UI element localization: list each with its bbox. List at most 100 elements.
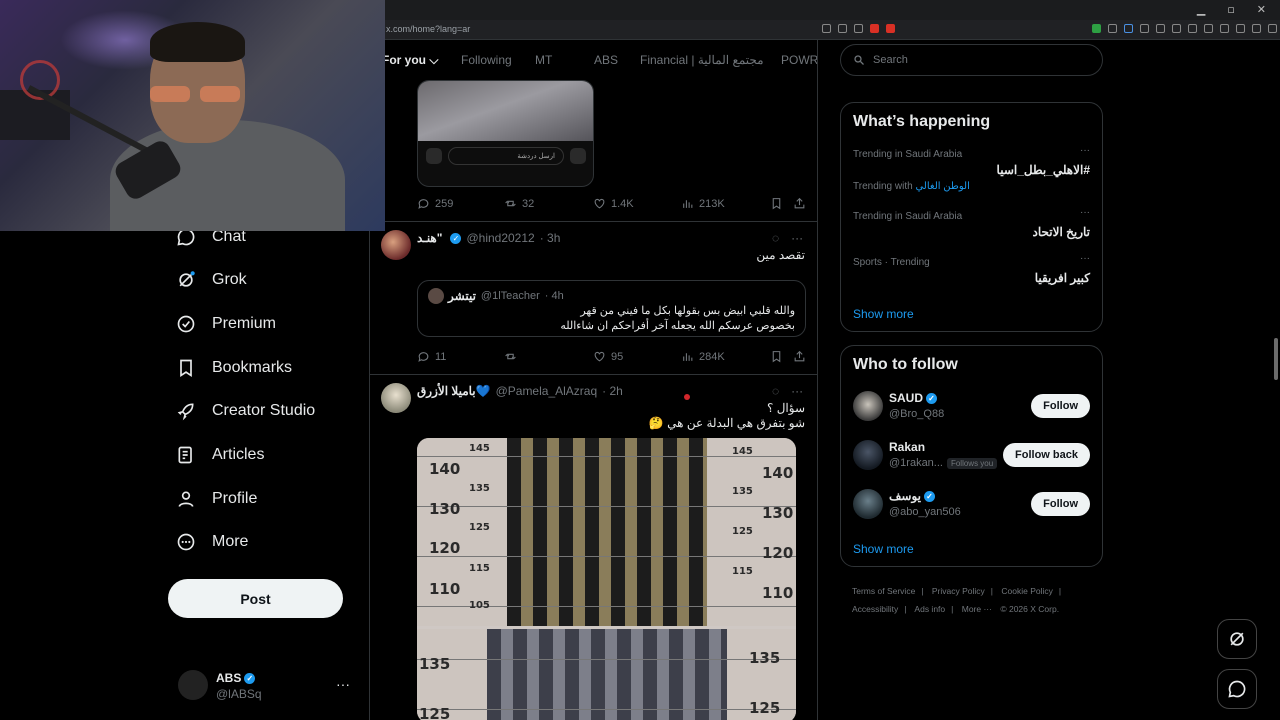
messages-fab[interactable]: [1217, 669, 1257, 709]
like-button[interactable]: 1.4K: [593, 197, 634, 210]
search-input[interactable]: Search: [840, 44, 1103, 76]
author-name[interactable]: باميلا الأزرق💙: [417, 384, 491, 398]
more-options-icon[interactable]: ···: [1080, 253, 1090, 264]
window-controls: ▁ ▫ ✕: [1197, 3, 1266, 16]
url-text[interactable]: x.com/home?lang=ar: [386, 24, 470, 34]
tab-icon[interactable]: [822, 24, 831, 33]
follow-button[interactable]: Follow: [1031, 492, 1090, 516]
copyright-text: © 2026 X Corp.: [1000, 604, 1060, 614]
trend-extra: Trending with الوطن الغالي: [853, 181, 970, 192]
bookmark-button[interactable]: [770, 197, 783, 210]
premium-icon: [177, 315, 195, 333]
brave-shield-icon[interactable]: [870, 24, 879, 33]
nav-item-creator-studio[interactable]: Creator Studio: [176, 401, 315, 421]
tab-following[interactable]: Following: [461, 53, 512, 67]
more-options-icon[interactable]: ···: [1080, 145, 1090, 156]
tweet-media[interactable]: ارسل دردشة: [417, 80, 594, 187]
trend-tag-link[interactable]: الوطن الغالي: [915, 181, 969, 192]
like-button[interactable]: 95: [593, 350, 623, 363]
more-options-icon[interactable]: ···: [336, 676, 350, 692]
footer-link[interactable]: Terms of Service: [852, 586, 915, 596]
rewards-icon[interactable]: [886, 24, 895, 33]
extension-icon[interactable]: [1092, 24, 1101, 33]
extension-icon[interactable]: [1140, 24, 1149, 33]
author-handle[interactable]: @Pamela_AlAzraq: [496, 384, 598, 398]
nav-item-premium[interactable]: Premium: [176, 314, 276, 334]
follow-button[interactable]: Follow: [1031, 394, 1090, 418]
tweet-time[interactable]: · 2h: [602, 384, 623, 398]
reply-button[interactable]: 259: [417, 197, 453, 210]
height-scale-label: 115: [732, 566, 753, 577]
repost-button[interactable]: 32: [504, 197, 534, 210]
footer-link[interactable]: More ···: [962, 604, 992, 614]
footer-link[interactable]: Privacy Policy: [932, 586, 985, 596]
zoom-icon[interactable]: [838, 24, 847, 33]
follow-back-button[interactable]: Follow back: [1003, 443, 1090, 467]
extension-icon[interactable]: [1188, 24, 1197, 33]
nav-item-more[interactable]: More: [176, 532, 248, 552]
trend-name: تاريخ الاتحاد: [1032, 225, 1090, 239]
more-options-icon[interactable]: ···: [791, 231, 803, 245]
download-icon[interactable]: [1252, 24, 1261, 33]
bookmark-button[interactable]: [770, 350, 783, 363]
verified-icon: ✓: [926, 393, 938, 405]
more-options-icon[interactable]: ···: [791, 384, 803, 398]
wallet-icon[interactable]: [1236, 24, 1245, 33]
nav-label: Premium: [212, 315, 277, 332]
grok-fab[interactable]: [1217, 619, 1257, 659]
tab-mt[interactable]: MT: [535, 53, 552, 67]
avatar[interactable]: [381, 383, 411, 413]
nav-item-grok[interactable]: Grok: [176, 270, 247, 290]
extension-icon[interactable]: [1156, 24, 1165, 33]
author-name[interactable]: هنـد": [417, 231, 442, 245]
share-button[interactable]: [793, 350, 806, 363]
nav-item-bookmarks[interactable]: Bookmarks: [176, 358, 292, 378]
footer-link[interactable]: Accessibility: [852, 604, 898, 614]
avatar: [428, 288, 444, 304]
tab-powr[interactable]: POWR: [781, 53, 817, 67]
show-more-link[interactable]: Show more: [853, 542, 914, 556]
footer-link[interactable]: Ads info: [914, 604, 945, 614]
show-more-link[interactable]: Show more: [853, 307, 914, 321]
more-options-icon[interactable]: ···: [1080, 207, 1090, 218]
heart-icon: [594, 351, 605, 362]
maximize-icon[interactable]: ▫: [1227, 3, 1234, 16]
scrollbar[interactable]: [1274, 338, 1278, 380]
footer-link[interactable]: Cookie Policy: [1001, 586, 1053, 596]
account-switcher[interactable]: ABS ✓ @lABSq ···: [178, 668, 358, 704]
share-button[interactable]: [793, 197, 806, 210]
right-sidebar: Search What’s happening Trending in Saud…: [840, 40, 1104, 720]
views-button[interactable]: 284K: [681, 350, 725, 363]
tweet-media[interactable]: 145 140 135 130 125 120 115 110 105 145 …: [417, 438, 796, 720]
nav-label: Profile: [212, 490, 258, 507]
share-icon[interactable]: [854, 24, 863, 33]
sidebar-icon[interactable]: [1220, 24, 1229, 33]
nav-item-profile[interactable]: Profile: [176, 489, 257, 509]
reply-button[interactable]: 11: [417, 350, 446, 363]
extension-icon[interactable]: [1108, 24, 1117, 33]
quoted-tweet[interactable]: تيتشر @1lTeacher · 4h والله قلبي ابيض بس…: [417, 280, 806, 337]
extension-icon[interactable]: [1124, 24, 1133, 33]
minimize-icon[interactable]: ▁: [1197, 3, 1205, 16]
menu-icon[interactable]: [1268, 24, 1277, 33]
nav-item-articles[interactable]: Articles: [176, 445, 264, 465]
avatar: [178, 670, 208, 700]
panel-title: What’s happening: [853, 113, 991, 130]
tweet-time[interactable]: · 3h: [540, 231, 561, 245]
post-button[interactable]: Post: [168, 579, 343, 618]
close-icon[interactable]: ✕: [1257, 3, 1266, 16]
repost-button[interactable]: [504, 350, 522, 363]
tab-for-you[interactable]: For you ⌵: [382, 53, 438, 68]
views-button[interactable]: 213K: [681, 197, 725, 210]
extension-icon[interactable]: [1172, 24, 1181, 33]
grok-icon[interactable]: ◌: [772, 231, 779, 245]
height-scale-label: 130: [429, 500, 461, 518]
tab-abs[interactable]: ABS: [594, 53, 618, 67]
author-handle[interactable]: @hind20212: [466, 231, 534, 245]
avatar[interactable]: [381, 230, 411, 260]
music-icon[interactable]: [1204, 24, 1213, 33]
tab-financial[interactable]: Financial | مجتمع المالية: [640, 53, 764, 67]
share-icon: [794, 350, 805, 362]
avatar: [853, 391, 883, 421]
grok-icon[interactable]: ◌: [772, 384, 779, 398]
